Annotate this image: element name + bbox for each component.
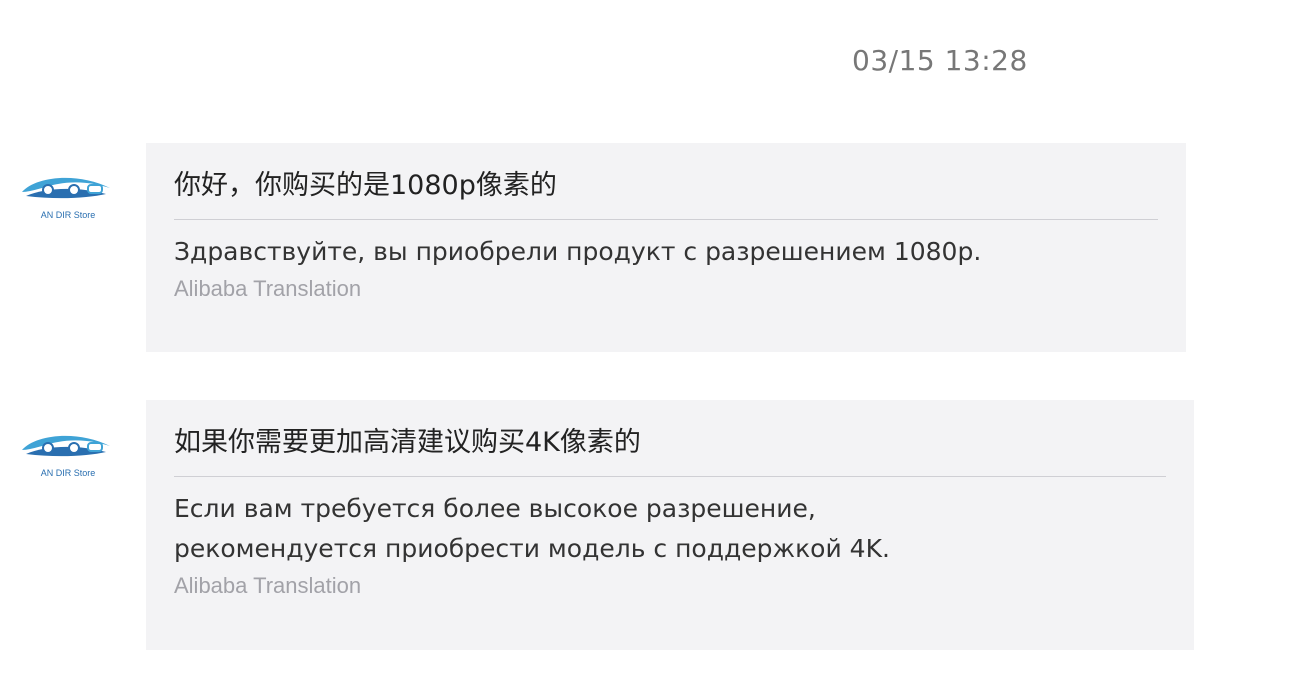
translation-provider: Alibaba Translation: [174, 573, 362, 598]
translated-line: Если вам требуется более высокое разреше…: [174, 494, 816, 523]
store-avatar[interactable]: AN DIR Store: [18, 428, 114, 482]
message-bubble: 你好，你购买的是1080p像素的 Здравствуйте, вы приобр…: [146, 143, 1186, 352]
store-avatar[interactable]: AN DIR Store: [18, 170, 114, 224]
translated-message: Если вам требуется более высокое разреше…: [174, 489, 1166, 569]
message-bubble: 如果你需要更加高清建议购买4K像素的 Если вам требуется бо…: [146, 400, 1194, 650]
store-logo-icon: [22, 177, 110, 199]
translated-line: рекомендуется приобрести модель с поддер…: [174, 534, 890, 563]
store-logo-icon: [22, 435, 110, 457]
original-message: 如果你需要更加高清建议购买4K像素的: [174, 424, 1166, 477]
translation-provider: Alibaba Translation: [174, 276, 362, 301]
translated-message: Здравствуйте, вы приобрели продукт с раз…: [174, 237, 982, 266]
avatar-store-name: AN DIR Store: [40, 468, 96, 478]
avatar-store-name: AN DIR Store: [40, 210, 96, 220]
chat-timestamp: 03/15 13:28: [852, 44, 1028, 77]
original-message: 你好，你购买的是1080p像素的: [174, 167, 1158, 220]
